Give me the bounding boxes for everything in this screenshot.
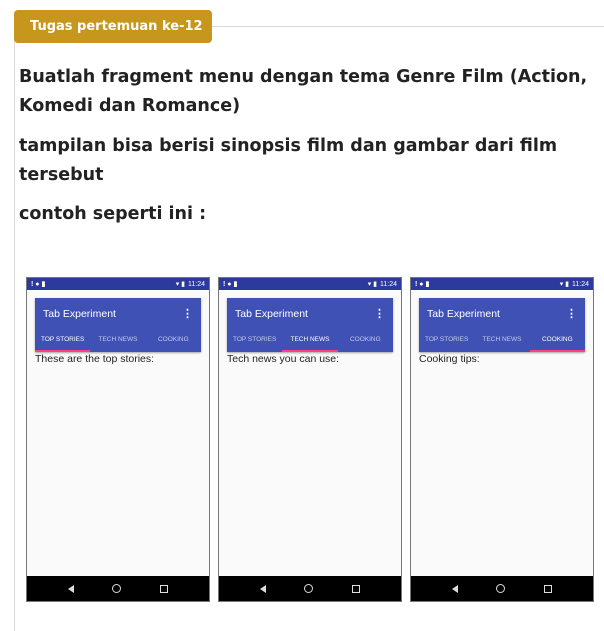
tab-bar: TOP STORIES TECH NEWS COOKING [419, 330, 585, 352]
fragment-content: Tech news you can use: [227, 353, 340, 365]
back-icon[interactable] [452, 584, 459, 593]
recent-apps-icon[interactable] [351, 584, 360, 593]
notification-icons: ! ● ▮ [223, 281, 238, 288]
tab-top-stories[interactable]: TOP STORIES [35, 330, 91, 352]
signal-battery-icon: ▾ ▮ [367, 281, 377, 288]
assignment-badge: Tugas pertemuan ke-12 [14, 10, 212, 43]
app-title: Tab Experiment [427, 308, 500, 320]
status-time: 11:24 [380, 280, 397, 288]
tab-cooking[interactable]: COOKING [146, 330, 201, 352]
nav-bar [219, 576, 401, 601]
fragment-content: These are the top stories: [35, 353, 155, 365]
app-bar: Tab Experiment ⋮ TOP STORIES TECH NEWS C… [227, 298, 393, 352]
frame-left-border [14, 26, 15, 631]
instruction-paragraph-2: tampilan bisa berisi sinopsis film dan g… [19, 136, 558, 185]
phone-screenshot-cooking: ! ● ▮ ▾ ▮ 11:24 Tab Experiment ⋮ TOP STO… [410, 277, 594, 602]
signal-battery-icon: ▾ ▮ [175, 281, 185, 288]
nav-bar [411, 576, 593, 601]
phone-screenshot-tech-news: ! ● ▮ ▾ ▮ 11:24 Tab Experiment ⋮ TOP STO… [218, 277, 402, 602]
back-icon[interactable] [260, 584, 267, 593]
tab-top-stories[interactable]: TOP STORIES [227, 330, 282, 352]
home-icon[interactable] [304, 584, 314, 593]
phone-screenshot-top-stories: ! ● ▮ ▾ ▮ 11:24 Tab Experiment ⋮ TOP STO… [26, 277, 210, 602]
status-time: 11:24 [188, 280, 205, 288]
notification-icons: ! ● ▮ [31, 281, 46, 288]
signal-battery-icon: ▾ ▮ [559, 281, 569, 288]
back-icon[interactable] [68, 584, 75, 593]
frame-top-border [200, 26, 604, 27]
tab-top-stories[interactable]: TOP STORIES [419, 330, 474, 352]
tab-tech-news[interactable]: TECH NEWS [474, 330, 529, 352]
instruction-paragraph-1: Buatlah fragment menu dengan tema Genre … [19, 67, 588, 116]
status-bar: ! ● ▮ ▾ ▮ 11:24 [411, 278, 593, 290]
recent-apps-icon[interactable] [543, 584, 552, 593]
fragment-content: Cooking tips: [419, 353, 480, 365]
app-title: Tab Experiment [235, 308, 308, 320]
more-vert-icon[interactable]: ⋮ [374, 307, 385, 320]
app-title: Tab Experiment [43, 308, 116, 320]
home-icon[interactable] [112, 584, 122, 593]
status-bar: ! ● ▮ ▾ ▮ 11:24 [27, 278, 209, 290]
tab-tech-news[interactable]: TECH NEWS [90, 330, 145, 352]
status-bar: ! ● ▮ ▾ ▮ 11:24 [219, 278, 401, 290]
recent-apps-icon[interactable] [159, 584, 168, 593]
more-vert-icon[interactable]: ⋮ [566, 307, 577, 320]
status-time: 11:24 [572, 280, 589, 288]
tab-cooking[interactable]: COOKING [338, 330, 393, 352]
app-bar: Tab Experiment ⋮ TOP STORIES TECH NEWS C… [419, 298, 585, 352]
tab-tech-news[interactable]: TECH NEWS [282, 330, 338, 352]
app-bar: Tab Experiment ⋮ TOP STORIES TECH NEWS C… [35, 298, 201, 352]
instruction-paragraph-3: contoh seperti ini : [19, 204, 207, 224]
tab-bar: TOP STORIES TECH NEWS COOKING [35, 330, 201, 352]
nav-bar [27, 576, 209, 601]
more-vert-icon[interactable]: ⋮ [182, 307, 193, 320]
tab-bar: TOP STORIES TECH NEWS COOKING [227, 330, 393, 352]
home-icon[interactable] [496, 584, 506, 593]
tab-cooking[interactable]: COOKING [529, 330, 585, 352]
notification-icons: ! ● ▮ [415, 281, 430, 288]
